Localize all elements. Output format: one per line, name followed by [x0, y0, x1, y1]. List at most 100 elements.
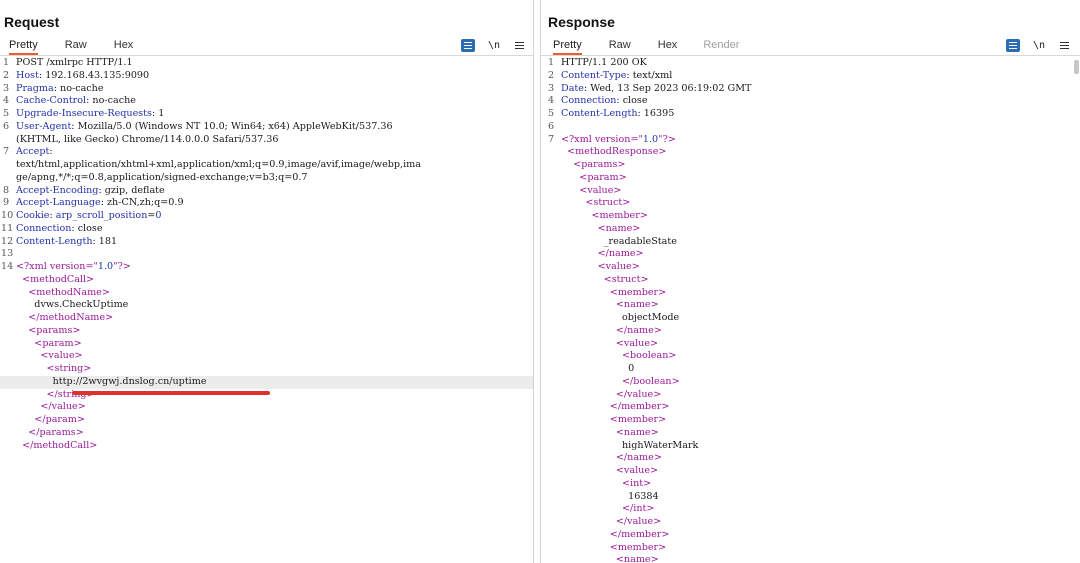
code-line[interactable]: </boolean>	[541, 376, 1080, 389]
code-line[interactable]: <value>	[541, 465, 1080, 478]
code-line[interactable]: http://2wvgwj.dnslog.cn/uptime	[0, 375, 533, 389]
code-line[interactable]: (KHTML, like Gecko) Chrome/114.0.0.0 Saf…	[0, 134, 533, 147]
code-line[interactable]: <struct>	[541, 274, 1080, 287]
code-token: </param>	[16, 414, 85, 425]
code-line[interactable]: ge/apng,*/*;q=0.8,application/signed-exc…	[0, 172, 533, 185]
code-text: Connection: close	[561, 95, 648, 108]
code-line[interactable]: <methodCall>	[0, 274, 533, 287]
code-line[interactable]: <param>	[541, 172, 1080, 185]
code-line[interactable]: text/html,application/xhtml+xml,applicat…	[0, 159, 533, 172]
code-line[interactable]: <params>	[541, 159, 1080, 172]
code-line[interactable]: <value>	[541, 185, 1080, 198]
request-toolbar: \n	[461, 37, 525, 53]
code-line[interactable]: 0	[541, 363, 1080, 376]
code-line[interactable]: </value>	[0, 401, 533, 414]
panel-splitter[interactable]	[533, 0, 541, 563]
code-line[interactable]: 12 Content-Length: 181	[0, 236, 533, 249]
code-text: <boolean>	[561, 350, 676, 363]
code-line[interactable]: <name>	[541, 299, 1080, 312]
code-line[interactable]: </member>	[541, 529, 1080, 542]
code-line[interactable]: 5 Upgrade-Insecure-Requests: 1	[0, 108, 533, 121]
code-line[interactable]: objectMode	[541, 312, 1080, 325]
code-line[interactable]: 14 <?xml version="1.0"?>	[0, 261, 533, 274]
code-line[interactable]: 5 Content-Length: 16395	[541, 108, 1080, 121]
code-line[interactable]: 16384	[541, 491, 1080, 504]
code-line[interactable]: <name>	[541, 427, 1080, 440]
code-line[interactable]: </int>	[541, 503, 1080, 516]
code-line[interactable]: <int>	[541, 478, 1080, 491]
tab-hex[interactable]: Hex	[658, 37, 678, 55]
code-line[interactable]: </name>	[541, 452, 1080, 465]
menu-icon[interactable]	[515, 41, 525, 49]
code-line[interactable]: 4 Connection: close	[541, 95, 1080, 108]
code-line[interactable]: 13	[0, 248, 533, 261]
code-line[interactable]: 3 Date: Wed, 13 Sep 2023 06:19:02 GMT	[541, 83, 1080, 96]
tab-render[interactable]: Render	[703, 37, 739, 55]
code-line[interactable]: <params>	[0, 325, 533, 338]
code-line[interactable]: 11 Connection: close	[0, 223, 533, 236]
code-line[interactable]: <param>	[0, 338, 533, 351]
tab-raw[interactable]: Raw	[65, 37, 87, 55]
code-line[interactable]: _readableState	[541, 236, 1080, 249]
code-line[interactable]: 6 User-Agent: Mozilla/5.0 (Windows NT 10.…	[0, 121, 533, 134]
newline-toggle[interactable]: \n	[488, 40, 500, 51]
code-text: Content-Length: 16395	[561, 108, 674, 121]
code-line[interactable]: <methodName>	[0, 287, 533, 300]
code-line[interactable]: 9 Accept-Language: zh-CN,zh;q=0.9	[0, 197, 533, 210]
code-line[interactable]: <methodResponse>	[541, 146, 1080, 159]
menu-icon[interactable]	[1060, 41, 1070, 49]
code-line[interactable]: 10 Cookie: arp_scroll_position=0	[0, 210, 533, 223]
code-token: 16384	[561, 490, 659, 502]
code-line[interactable]: 7 <?xml version="1.0"?>	[541, 134, 1080, 147]
pretty-format-icon[interactable]	[461, 38, 475, 52]
newline-toggle[interactable]: \n	[1033, 40, 1045, 51]
code-line[interactable]: <string>	[0, 363, 533, 376]
code-line[interactable]: 2 Content-Type: text/xml	[541, 70, 1080, 83]
tab-hex[interactable]: Hex	[114, 37, 134, 55]
code-line[interactable]: <member>	[541, 287, 1080, 300]
code-line[interactable]: 1 POST /xmlrpc HTTP/1.1	[0, 57, 533, 70]
code-line[interactable]: 4 Cache-Control: no-cache	[0, 95, 533, 108]
scrollbar[interactable]	[1073, 57, 1080, 563]
code-token: : zh-CN,zh;q=0.9	[100, 197, 184, 209]
code-line[interactable]: 8 Accept-Encoding: gzip, deflate	[0, 185, 533, 198]
code-line[interactable]: </value>	[541, 516, 1080, 529]
code-line[interactable]: </name>	[541, 248, 1080, 261]
code-line[interactable]: dvws.CheckUptime	[0, 299, 533, 312]
code-token: Accept	[16, 146, 50, 158]
code-line[interactable]: <value>	[541, 338, 1080, 351]
code-line[interactable]: <member>	[541, 542, 1080, 555]
code-line[interactable]: <boolean>	[541, 350, 1080, 363]
code-line[interactable]: </value>	[541, 389, 1080, 402]
scrollbar-thumb[interactable]	[1074, 60, 1079, 74]
tab-raw[interactable]: Raw	[609, 37, 631, 55]
code-line[interactable]: <name>	[541, 223, 1080, 236]
code-line[interactable]: <value>	[541, 261, 1080, 274]
code-line[interactable]: 1 HTTP/1.1 200 OK	[541, 57, 1080, 70]
code-line[interactable]: </params>	[0, 427, 533, 440]
tab-pretty[interactable]: Pretty	[9, 37, 38, 55]
line-number: 5	[547, 108, 555, 119]
response-toolbar: \n	[1006, 37, 1070, 53]
code-text: </params>	[16, 427, 84, 440]
code-line[interactable]: <member>	[541, 414, 1080, 427]
code-line[interactable]: </name>	[541, 325, 1080, 338]
code-line[interactable]: 3 Pragma: no-cache	[0, 83, 533, 96]
line-number: 8	[2, 184, 10, 196]
code-line[interactable]: 7 Accept:	[0, 146, 533, 159]
code-token: _readableState	[561, 235, 677, 247]
response-editor[interactable]: 1 HTTP/1.1 200 OK 2 Content-Type: text/xml 3…	[541, 57, 1080, 563]
tab-pretty[interactable]: Pretty	[553, 37, 582, 55]
code-line[interactable]: <struct>	[541, 197, 1080, 210]
code-line[interactable]: <member>	[541, 210, 1080, 223]
code-line[interactable]: </methodName>	[0, 312, 533, 325]
code-line[interactable]: </methodCall>	[0, 440, 533, 453]
code-line[interactable]: 2 Host: 192.168.43.135:9090	[0, 70, 533, 83]
code-line[interactable]: 6	[541, 121, 1080, 134]
code-line[interactable]: </param>	[0, 414, 533, 427]
code-line[interactable]: highWaterMark	[541, 440, 1080, 453]
code-line[interactable]: </member>	[541, 401, 1080, 414]
code-line[interactable]: <name>	[541, 554, 1080, 563]
pretty-format-icon[interactable]	[1006, 38, 1020, 52]
code-line[interactable]: <value>	[0, 350, 533, 363]
